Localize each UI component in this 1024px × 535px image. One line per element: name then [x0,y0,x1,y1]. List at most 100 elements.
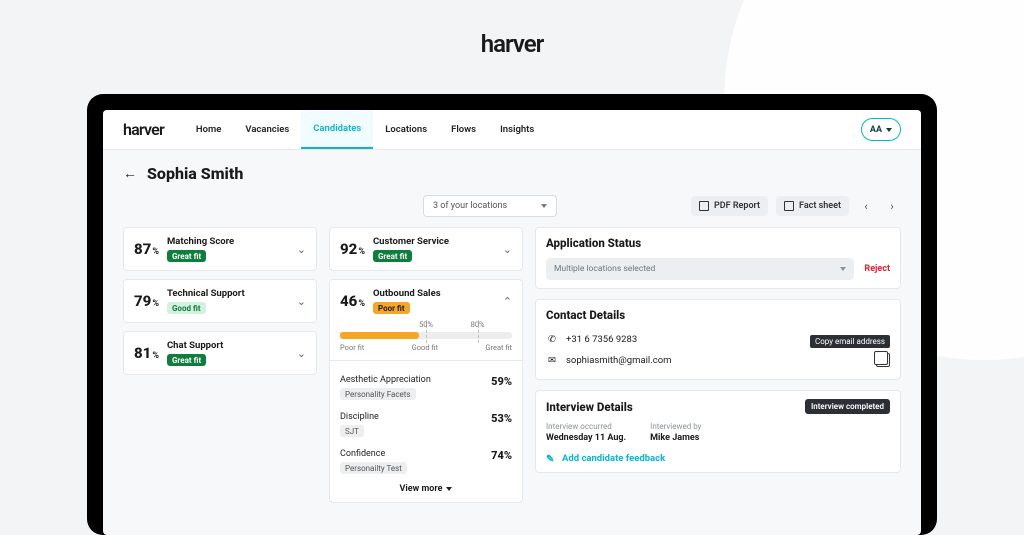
score-card-outbound-sales: 46% Outbound Sales Poor fit ⌃ 50 [329,279,523,503]
interview-occurred-value: Wednesday 11 Aug. [546,433,626,443]
facet-title: Discipline [340,412,379,422]
nav-item-home[interactable]: Home [184,110,233,149]
fit-badge: Poor fit [373,302,410,314]
right-column: Application Status Multiple locations se… [535,227,901,473]
interviewed-by-value: Mike James [650,433,701,443]
nav-item-flows[interactable]: Flows [439,110,488,149]
page-title: Sophia Smith [147,164,243,183]
facet-title: Confidence [340,449,407,459]
facet-tag: SJT [340,425,364,437]
tick-80-label: 80% [471,320,485,329]
back-button[interactable]: ← [123,167,137,181]
status-select[interactable]: Multiple locations selected [546,258,854,280]
application-status-card: Application Status Multiple locations se… [535,227,901,289]
top-nav: harver Home Vacancies Candidates Locatio… [103,110,921,150]
pager-prev[interactable]: ‹ [857,197,875,215]
score-label: Customer Service [373,236,495,247]
title-row: ← Sophia Smith [123,164,901,183]
copy-email-button[interactable] [876,353,890,367]
chevron-down-icon[interactable]: ⌄ [297,295,306,308]
fit-bar-fill [340,332,419,339]
device-frame: harver Home Vacancies Candidates Locatio… [87,94,937,535]
score-label: Outbound Sales [373,288,495,299]
facet-value: 74% [491,449,512,462]
fit-badge: Great fit [167,250,206,262]
pdf-icon [699,201,709,211]
score-column-b: 92% Customer Service Great fit ⌄ 46% Out… [329,227,523,503]
score-label: Matching Score [167,236,289,247]
fact-sheet-button[interactable]: Fact sheet [776,196,849,216]
score-value: 87% [134,240,159,258]
add-feedback-label: Add candidate feedback [562,453,665,464]
pdf-report-label: PDF Report [714,201,760,211]
facet-title: Aesthetic Appreciation [340,375,431,385]
score-column-a: 87% Matching Score Great fit ⌄ 79% Techn… [123,227,317,375]
chevron-down-icon [541,204,547,208]
phone-value: +31 6 7356 9283 [566,334,637,345]
nav-items: Home Vacancies Candidates Locations Flow… [184,110,546,149]
pdf-report-button[interactable]: PDF Report [691,196,768,216]
phone-icon: ✆ [546,334,558,345]
chevron-down-icon[interactable]: ⌄ [297,243,306,256]
contact-title: Contact Details [546,308,890,322]
status-select-label: Multiple locations selected [554,264,655,274]
nav-item-candidates[interactable]: Candidates [301,110,373,149]
locations-dropdown[interactable]: 3 of your locations [423,195,557,217]
score-card-customer-service[interactable]: 92% Customer Service Great fit ⌄ [329,227,523,271]
application-status-title: Application Status [546,236,890,250]
user-menu[interactable]: AA [861,118,901,141]
contact-email-row: ✉ sophiasmith@gmail.com Copy email addre… [546,349,890,371]
fit-bar-legend: Poor fit Good fit Great fit [340,343,512,352]
facet-row: Confidence Personailty Test 74% [340,443,512,480]
interview-occurred-label: Interview occurred [546,422,626,431]
score-card-matching[interactable]: 87% Matching Score Great fit ⌄ [123,227,317,271]
fit-badge: Great fit [167,354,206,366]
user-initials: AA [870,125,882,135]
pencil-icon [546,454,556,464]
interview-details-card: Interview Details Interview completed In… [535,390,901,473]
score-value: 79% [134,292,159,310]
content: ← Sophia Smith 3 of your locations PDF R… [103,150,921,535]
app-brand: harver [123,110,164,149]
page-logo: harver [0,30,1024,58]
reject-button[interactable]: Reject [864,264,890,274]
add-feedback-button[interactable]: Add candidate feedback [546,453,890,464]
chevron-down-icon[interactable]: ⌄ [503,243,512,256]
chevron-down-icon [840,267,846,271]
chevron-up-icon[interactable]: ⌃ [503,295,512,308]
screen: harver Home Vacancies Candidates Locatio… [103,110,921,535]
chevron-down-icon[interactable]: ⌄ [297,347,306,360]
score-label: Chat Support [167,340,289,351]
interviewed-by-label: Interviewed by [650,422,701,431]
interview-title: Interview Details [546,400,633,414]
fact-sheet-label: Fact sheet [799,201,841,211]
tick-50-label: 50% [419,320,433,329]
copy-email-tooltip: Copy email address [810,335,890,348]
email-value: sophiasmith@gmail.com [566,355,671,366]
sheet-icon [784,201,794,211]
pager-next[interactable]: › [883,197,901,215]
facet-tag: Personality Facets [340,388,416,400]
facet-value: 59% [491,375,512,388]
interview-status-chip: Interview completed [805,399,890,414]
nav-item-vacancies[interactable]: Vacancies [233,110,301,149]
mail-icon: ✉ [546,355,558,366]
score-card-chat-support[interactable]: 81% Chat Support Great fit ⌄ [123,331,317,375]
score-card-technical-support[interactable]: 79% Technical Support Good fit ⌄ [123,279,317,323]
score-value: 46% [340,292,365,310]
nav-item-locations[interactable]: Locations [373,110,439,149]
facet-row: Aesthetic Appreciation Personality Facet… [340,369,512,406]
score-value: 92% [340,240,365,258]
toolbar: 3 of your locations PDF Report Fact shee… [123,195,901,217]
nav-item-insights[interactable]: Insights [488,110,546,149]
facet-row: Discipline SJT 53% [340,406,512,443]
contact-details-card: Contact Details ✆ +31 6 7356 9283 ✉ soph… [535,299,901,380]
facet-tag: Personailty Test [340,462,407,474]
facet-value: 53% [491,412,512,425]
fit-badge: Good fit [167,302,206,314]
locations-label: 3 of your locations [433,201,507,211]
score-label: Technical Support [167,288,289,299]
view-more-button[interactable]: View more [340,480,512,494]
chevron-down-icon [886,128,892,132]
fit-bar-track: 50% 80% [340,332,512,339]
